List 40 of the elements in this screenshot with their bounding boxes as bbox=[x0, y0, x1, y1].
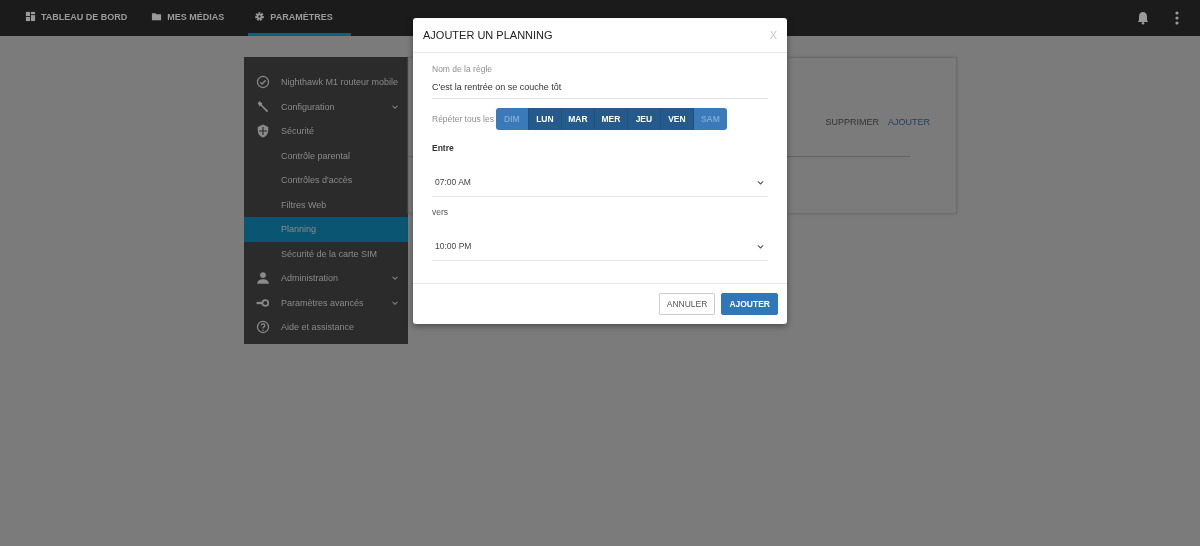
day-toggle[interactable]: JEU bbox=[627, 108, 661, 130]
nav-tab[interactable]: MES MÉDIAS bbox=[151, 0, 237, 36]
person-icon bbox=[256, 271, 270, 286]
cancel-button[interactable]: ANNULER bbox=[658, 293, 716, 315]
bell-icon[interactable] bbox=[1137, 11, 1149, 25]
menu-item[interactable]: Sécurité bbox=[281, 126, 408, 137]
more-icon[interactable] bbox=[1175, 11, 1179, 25]
day-toggle[interactable]: VEN bbox=[660, 108, 694, 130]
time-select[interactable]: 07:00 AM bbox=[432, 168, 768, 197]
field-label: Nom de la règle bbox=[432, 64, 493, 74]
help-icon bbox=[256, 320, 270, 335]
add-button[interactable]: AJOUTER bbox=[721, 293, 778, 315]
grid-icon bbox=[25, 11, 36, 22]
field-label: vers bbox=[432, 207, 450, 217]
section-label: Entre bbox=[432, 143, 455, 153]
nav-tab[interactable]: TABLEAU DE BORD bbox=[25, 0, 140, 36]
check-circle-icon bbox=[256, 75, 270, 90]
submenu-item[interactable]: Contrôle parental bbox=[244, 143, 408, 168]
wrench-icon bbox=[256, 99, 270, 114]
action-link[interactable]: AJOUTER bbox=[888, 117, 930, 127]
action-link[interactable]: SUPPRIMER bbox=[825, 117, 879, 127]
menu-item[interactable]: Configuration bbox=[281, 101, 390, 112]
submenu-item[interactable]: Sécurité de la carte SIM bbox=[244, 241, 408, 266]
day-toggle[interactable]: MER bbox=[594, 108, 628, 130]
submenu-item[interactable]: Filtres Web bbox=[244, 192, 408, 217]
day-toggle[interactable]: MAR bbox=[561, 108, 595, 130]
folder-icon bbox=[151, 11, 163, 22]
shield-icon bbox=[256, 124, 270, 139]
menu-item[interactable]: Administration bbox=[281, 273, 390, 284]
menu-item[interactable]: Nighthawk M1 routeur mobile bbox=[281, 77, 408, 88]
menu-item[interactable]: Aide et assistance bbox=[281, 322, 408, 333]
dialog-title: AJOUTER UN PLANNING bbox=[423, 29, 553, 41]
menu-item[interactable]: Paramètres avancés bbox=[281, 297, 390, 308]
submenu-item[interactable]: Planning bbox=[244, 217, 408, 242]
nav-tab[interactable]: PARAMÈTRES bbox=[248, 0, 351, 36]
time-select[interactable]: 10:00 PM bbox=[432, 232, 768, 261]
submenu-item[interactable]: Contrôles d'accès bbox=[244, 168, 408, 193]
field-label: Répéter tous les bbox=[432, 114, 494, 124]
gear-icon bbox=[254, 11, 266, 22]
day-toggle[interactable]: LUN bbox=[528, 108, 562, 130]
